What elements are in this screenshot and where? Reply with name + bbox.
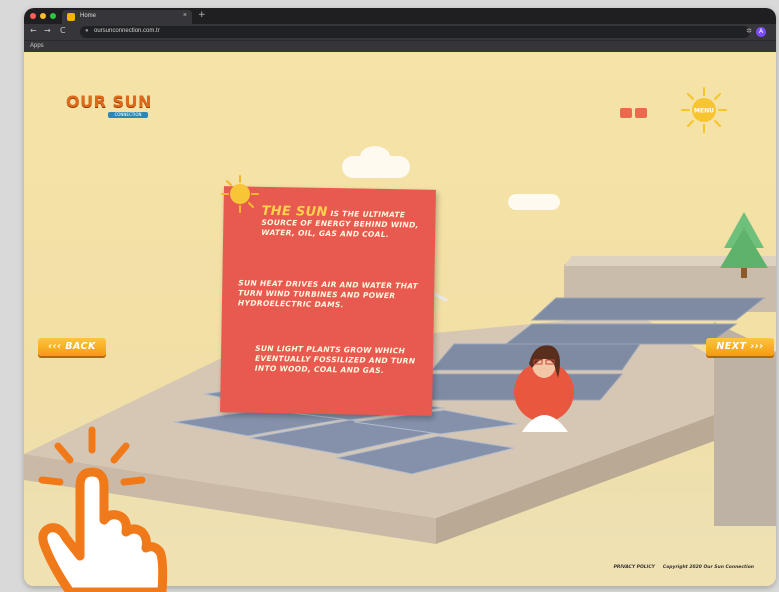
sun-button-label: MENU [694,108,714,115]
address-bar[interactable]: ● oursunconnection.com.tr [80,26,750,38]
browser-tab[interactable]: Home × [62,10,192,24]
cloud-small [508,194,560,210]
cloud-puff [360,146,390,168]
logo-subtitle: CONNECTION [108,112,148,118]
tab-bar: Home × + [24,8,776,24]
poster-paragraph-1: The Sun is the ultimate source of energy… [261,204,422,241]
copyright-text: Copyright 2020 Our Sun Connection [662,565,754,570]
mini-button-2[interactable] [635,108,647,118]
tap-hand-icon [38,426,168,592]
tab-title: Home [80,13,97,19]
poster-sun-icon [221,175,259,213]
window-controls[interactable] [30,13,56,19]
maximize-dot[interactable] [50,13,56,19]
privacy-policy-link[interactable]: PRIVACY POLICY [614,565,655,570]
forward-arrow-icon[interactable]: → [44,26,51,35]
page-footer: PRIVACY POLICY Copyright 2020 Our Sun Co… [614,565,754,570]
poster-paragraph-2: Sun heat drives air and water that turn … [237,278,419,310]
profile-avatar[interactable]: A [756,27,766,37]
back-arrow-icon[interactable]: ← [30,26,37,35]
browser-toolbar: ← → C ● oursunconnection.com.tr ✲ A [24,24,776,40]
site-logo[interactable]: OUR SUN CONNECTION [66,92,152,118]
header-mini-buttons [620,108,647,118]
back-button[interactable]: ‹‹‹ BACK [38,338,106,356]
favicon-icon [67,13,75,21]
minimize-dot[interactable] [40,13,46,19]
info-poster: The Sun is the ultimate source of energy… [220,186,436,416]
sun-menu-icon[interactable]: MENU [680,86,728,134]
extension-icon[interactable]: ✲ [746,27,752,35]
logo-title: OUR SUN [66,92,152,111]
reload-icon[interactable]: C [60,26,66,35]
tab-close-icon[interactable]: × [183,12,187,19]
poster-paragraph-3: Sun light plants grow which eventually f… [254,343,416,375]
new-tab-button[interactable]: + [198,10,206,20]
bookmarks-bar: Apps [24,40,776,52]
apps-bookmark[interactable]: Apps [30,43,44,49]
mini-button-1[interactable] [620,108,632,118]
next-button[interactable]: NEXT ››› [706,338,774,356]
lock-icon: ● [85,28,89,34]
url-text: oursunconnection.com.tr [94,28,160,34]
close-dot[interactable] [30,13,36,19]
